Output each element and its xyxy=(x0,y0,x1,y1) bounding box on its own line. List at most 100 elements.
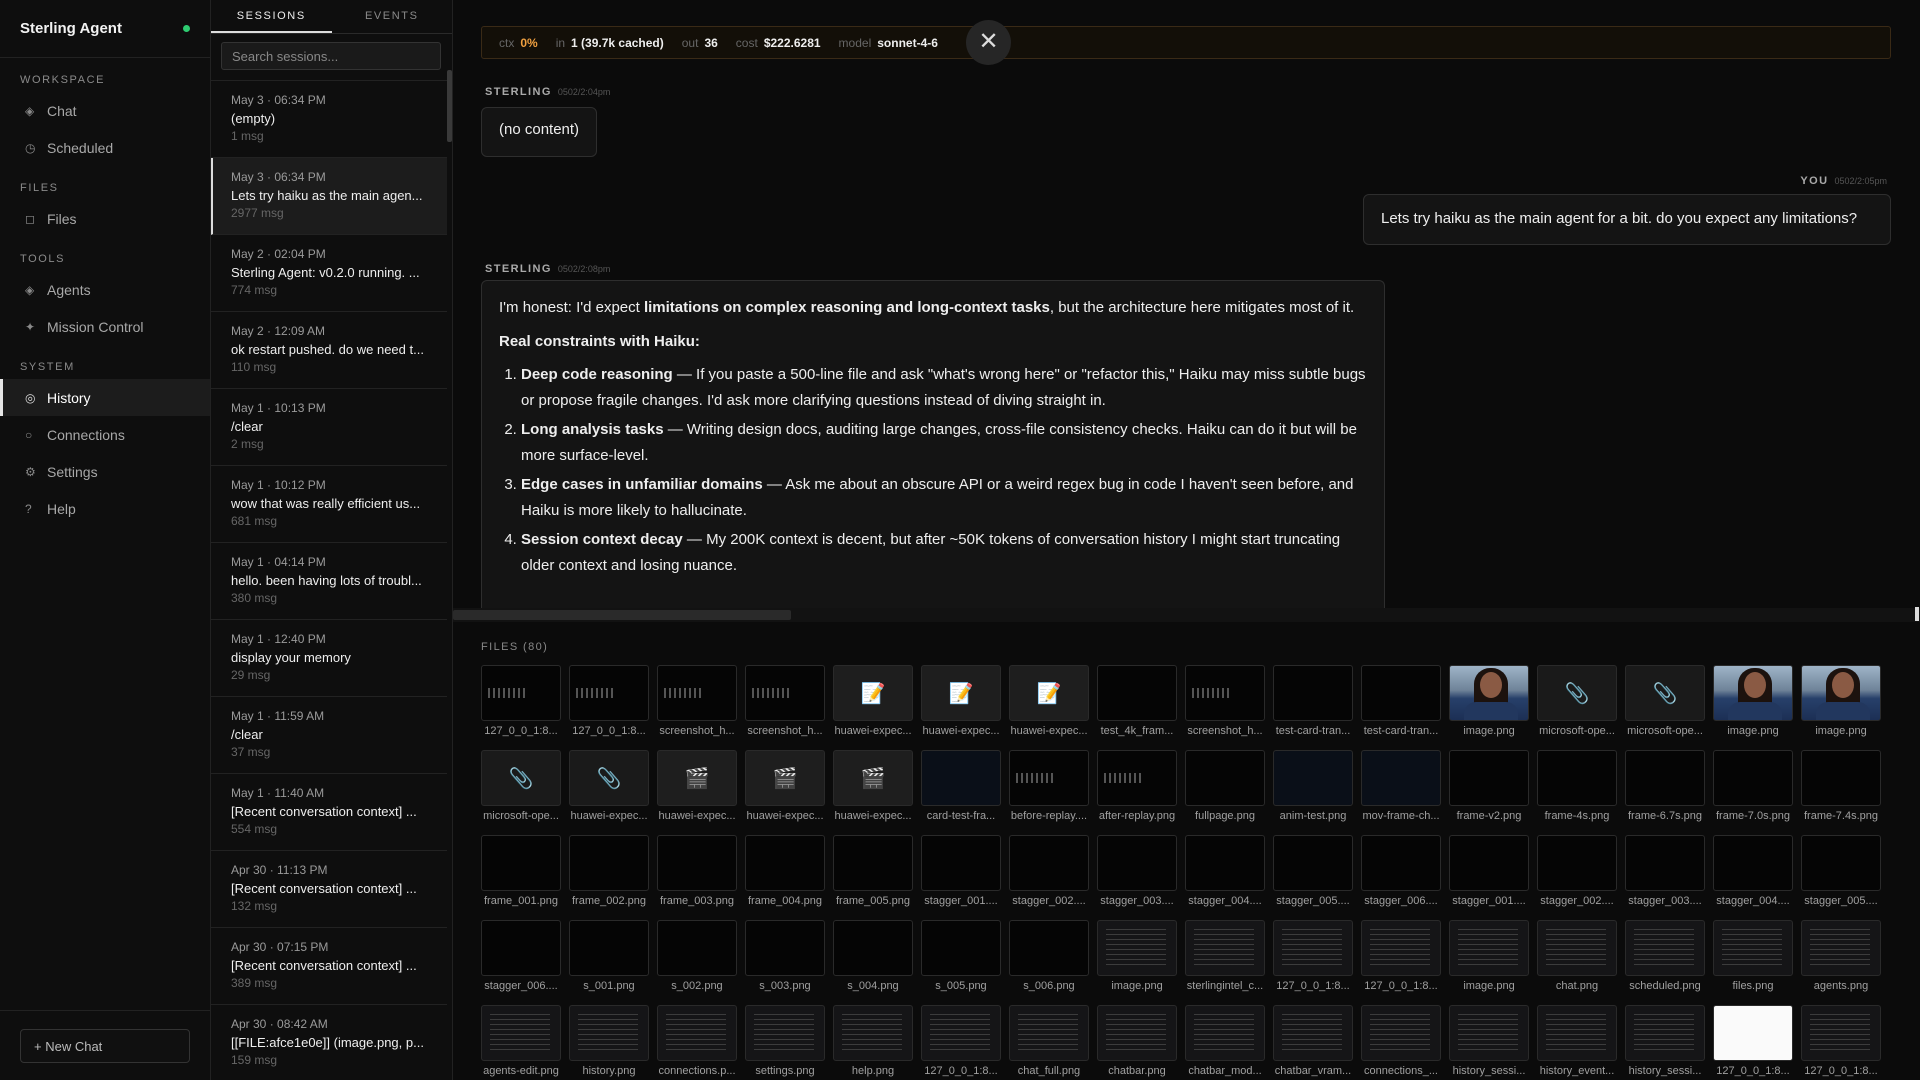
nav-item-files[interactable]: ◻ Files xyxy=(0,200,210,237)
session-row[interactable]: May 1 · 10:12 PM wow that was really effi… xyxy=(211,466,447,543)
file-tile[interactable]: stagger_004.... xyxy=(1713,835,1793,907)
file-tile[interactable]: before-replay.... xyxy=(1009,750,1089,822)
nav-item-history[interactable]: ◎ History xyxy=(0,379,210,416)
file-tile[interactable]: sterlingintel_c... xyxy=(1185,920,1265,992)
file-tile[interactable]: 127_0_0_1:8... xyxy=(921,1005,1001,1077)
file-tile[interactable]: card-test-fra... xyxy=(921,750,1001,822)
file-tile[interactable]: stagger_006.... xyxy=(481,920,561,992)
file-tile[interactable]: 🎬 huawei-expec... xyxy=(745,750,825,822)
file-tile[interactable]: stagger_005.... xyxy=(1801,835,1881,907)
new-chat-button[interactable]: + New Chat xyxy=(20,1029,190,1063)
file-tile[interactable]: stagger_003.... xyxy=(1625,835,1705,907)
file-tile[interactable]: s_002.png xyxy=(657,920,737,992)
file-tile[interactable]: test-card-tran... xyxy=(1273,665,1353,737)
nav-item-settings[interactable]: ⚙ Settings xyxy=(0,453,210,490)
nav-item-connections[interactable]: ○ Connections xyxy=(0,416,210,453)
file-tile[interactable]: mov-frame-ch... xyxy=(1361,750,1441,822)
session-row[interactable]: May 2 · 12:09 AM ok restart pushed. do we… xyxy=(211,312,447,389)
file-tile[interactable]: frame_004.png xyxy=(745,835,825,907)
file-tile[interactable]: after-replay.png xyxy=(1097,750,1177,822)
file-tile[interactable]: connections_... xyxy=(1361,1005,1441,1077)
tab-events[interactable]: EVENTS xyxy=(332,0,453,33)
session-row[interactable]: May 1 · 11:40 AM [Recent conversation con… xyxy=(211,774,447,851)
session-row[interactable]: May 3 · 06:34 PM Lets try haiku as the ma… xyxy=(211,158,447,235)
file-tile[interactable]: stagger_001.... xyxy=(921,835,1001,907)
file-tile[interactable]: history_sessi... xyxy=(1625,1005,1705,1077)
file-tile[interactable]: chatbar_vram... xyxy=(1273,1005,1353,1077)
file-tile[interactable]: frame_002.png xyxy=(569,835,649,907)
file-tile[interactable]: history.png xyxy=(569,1005,649,1077)
file-tile[interactable]: s_003.png xyxy=(745,920,825,992)
file-tile[interactable]: screenshot_h... xyxy=(1185,665,1265,737)
file-tile[interactable]: 🎬 huawei-expec... xyxy=(657,750,737,822)
file-tile[interactable]: image.png xyxy=(1801,665,1881,737)
session-list-scrollbar[interactable] xyxy=(447,70,452,142)
search-sessions-input[interactable] xyxy=(221,42,441,70)
file-tile[interactable]: 📎 huawei-expec... xyxy=(569,750,649,822)
nav-item-help[interactable]: ? Help xyxy=(0,490,210,527)
nav-item-chat[interactable]: ◈ Chat xyxy=(0,92,210,129)
file-tile[interactable]: chatbar_mod... xyxy=(1185,1005,1265,1077)
file-tile[interactable]: connections.p... xyxy=(657,1005,737,1077)
file-tile[interactable]: frame-7.4s.png xyxy=(1801,750,1881,822)
file-tile[interactable]: agents.png xyxy=(1801,920,1881,992)
session-row[interactable]: May 1 · 12:40 PM display your memory 29 ms… xyxy=(211,620,447,697)
file-tile[interactable]: 127_0_0_1:8... xyxy=(1273,920,1353,992)
file-tile[interactable]: frame-v2.png xyxy=(1449,750,1529,822)
file-tile[interactable]: s_004.png xyxy=(833,920,913,992)
file-tile[interactable]: frame_005.png xyxy=(833,835,913,907)
file-tile[interactable]: test-card-tran... xyxy=(1361,665,1441,737)
session-row[interactable]: May 1 · 04:14 PM hello. been having lots … xyxy=(211,543,447,620)
file-tile[interactable]: screenshot_h... xyxy=(657,665,737,737)
file-tile[interactable]: s_005.png xyxy=(921,920,1001,992)
session-row[interactable]: Apr 30 · 07:15 PM [Recent conversation co… xyxy=(211,928,447,1005)
session-row[interactable]: May 2 · 02:04 PM Sterling Agent: v0.2.0 r… xyxy=(211,235,447,312)
nav-item-agents[interactable]: ◈ Agents xyxy=(0,271,210,308)
file-tile[interactable]: image.png xyxy=(1097,920,1177,992)
file-tile[interactable]: 📝 huawei-expec... xyxy=(921,665,1001,737)
file-tile[interactable]: 127_0_0_1:8... xyxy=(1801,1005,1881,1077)
file-tile[interactable]: 127_0_0_1:8... xyxy=(569,665,649,737)
file-tile[interactable]: stagger_003.... xyxy=(1097,835,1177,907)
file-tile[interactable]: frame_001.png xyxy=(481,835,561,907)
file-tile[interactable]: 127_0_0_1:8... xyxy=(1361,920,1441,992)
file-tile[interactable]: help.png xyxy=(833,1005,913,1077)
resize-handle[interactable] xyxy=(1915,607,1919,621)
file-tile[interactable]: stagger_005.... xyxy=(1273,835,1353,907)
file-tile[interactable]: agents-edit.png xyxy=(481,1005,561,1077)
file-tile[interactable]: history_sessi... xyxy=(1449,1005,1529,1077)
file-tile[interactable]: settings.png xyxy=(745,1005,825,1077)
file-tile[interactable]: image.png xyxy=(1449,920,1529,992)
nav-item-scheduled[interactable]: ◷ Scheduled xyxy=(0,129,210,166)
nav-item-mission-control[interactable]: ✦ Mission Control xyxy=(0,308,210,345)
file-tile[interactable]: stagger_002.... xyxy=(1537,835,1617,907)
file-tile[interactable]: 📎 microsoft-ope... xyxy=(1625,665,1705,737)
file-tile[interactable]: screenshot_h... xyxy=(745,665,825,737)
file-tile[interactable]: test_4k_fram... xyxy=(1097,665,1177,737)
file-tile[interactable]: 📝 huawei-expec... xyxy=(833,665,913,737)
close-icon[interactable]: ✕ xyxy=(966,20,1011,65)
file-tile[interactable]: 🎬 huawei-expec... xyxy=(833,750,913,822)
file-tile[interactable]: frame-6.7s.png xyxy=(1625,750,1705,822)
file-tile[interactable]: image.png xyxy=(1713,665,1793,737)
session-row[interactable]: May 1 · 11:59 AM/clear 37 msg xyxy=(211,697,447,774)
horizontal-scrollbar-thumb[interactable] xyxy=(453,610,791,620)
file-tile[interactable]: fullpage.png xyxy=(1185,750,1265,822)
file-tile[interactable]: chat_full.png xyxy=(1009,1005,1089,1077)
file-tile[interactable]: image.png xyxy=(1449,665,1529,737)
file-tile[interactable]: stagger_004.... xyxy=(1185,835,1265,907)
file-tile[interactable]: stagger_006.... xyxy=(1361,835,1441,907)
file-tile[interactable]: frame-7.0s.png xyxy=(1713,750,1793,822)
file-tile[interactable]: frame-4s.png xyxy=(1537,750,1617,822)
file-tile[interactable]: chatbar.png xyxy=(1097,1005,1177,1077)
file-tile[interactable]: 📎 microsoft-ope... xyxy=(1537,665,1617,737)
file-tile[interactable]: stagger_001.... xyxy=(1449,835,1529,907)
file-tile[interactable]: 📎 microsoft-ope... xyxy=(481,750,561,822)
file-tile[interactable]: chat.png xyxy=(1537,920,1617,992)
tab-sessions[interactable]: SESSIONS xyxy=(211,0,332,33)
file-tile[interactable]: scheduled.png xyxy=(1625,920,1705,992)
session-row[interactable]: May 3 · 06:34 PM (empty) 1 msg xyxy=(211,81,447,158)
file-tile[interactable]: files.png xyxy=(1713,920,1793,992)
file-tile[interactable]: history_event... xyxy=(1537,1005,1617,1077)
session-row[interactable]: May 1 · 10:13 PM/clear 2 msg xyxy=(211,389,447,466)
